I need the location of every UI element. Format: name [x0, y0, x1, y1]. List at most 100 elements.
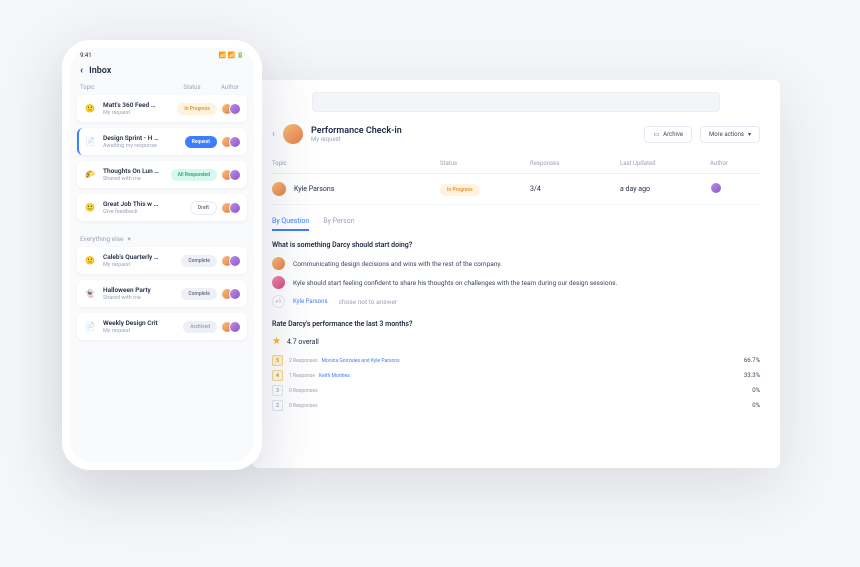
item-icon: 🙂	[83, 102, 97, 116]
answer-text: Communicating design decisions and wins …	[293, 260, 502, 268]
th-topic: Topic	[272, 160, 440, 167]
rating-percent: 66.7%	[730, 357, 760, 364]
list-item[interactable]: 📄 Weekly Design CritMy request Archived	[77, 313, 247, 340]
avatar-stack	[221, 202, 241, 214]
status-badge: In Progress	[440, 184, 480, 196]
row-name: Kyle Parsons	[294, 185, 440, 193]
rating-names[interactable]: Keith Morbles	[319, 373, 350, 379]
row-updated: a day ago	[620, 185, 710, 193]
chevron-down-icon: ▾	[748, 131, 751, 138]
phone-mockup: 9:41 📶 📶 🔋 ‹ Inbox Topic Status Author 🙂…	[62, 40, 262, 470]
tab-by-question[interactable]: By Question	[272, 217, 309, 231]
answer-muted-text: chose not to answer	[339, 298, 398, 306]
archive-label: Archive	[663, 131, 683, 138]
item-title: Weekly Design Crit	[103, 319, 179, 327]
row-responses: 3/4	[530, 185, 620, 193]
desk-header: ‹ Performance Check-in My request ▭ Arch…	[272, 124, 760, 144]
author-avatar	[710, 182, 722, 194]
item-title: Halloween Party	[103, 286, 177, 294]
th-status: Status	[440, 160, 530, 167]
th-responses: Responses	[530, 160, 620, 167]
more-actions-label: More actions	[709, 131, 744, 138]
back-icon[interactable]: ‹	[272, 129, 275, 140]
rating-percent: 33.3%	[730, 372, 760, 379]
question-2: Rate Darcy's performance the last 3 mont…	[272, 320, 760, 328]
rating-number: 5	[272, 355, 283, 366]
status-badge: Archived	[183, 321, 217, 333]
section-label: Everything else	[80, 235, 123, 243]
avatar-stack	[221, 136, 241, 148]
overall-rating: ★ 4.7 overall	[272, 336, 760, 347]
col-topic: Topic	[80, 84, 168, 91]
ratings-chart: 5 2 Responses Monica Gonzales and Kyle Par…	[272, 355, 760, 411]
list-item[interactable]: 👻Halloween PartyShared with meComplete	[77, 280, 247, 307]
answer-avatar	[272, 276, 285, 289]
tabs: By Question By Person	[272, 217, 760, 231]
col-status: Status	[168, 84, 216, 91]
item-subtitle: My request	[103, 328, 179, 334]
answer-text: Kyle should start feeling confident to s…	[293, 279, 617, 287]
page-subtitle: My request	[311, 136, 402, 143]
th-author: Author	[710, 160, 760, 167]
rating-names[interactable]: Monica Gonzales and Kyle Parsons	[322, 358, 400, 364]
item-subtitle: My request	[103, 110, 173, 116]
row-avatar	[272, 182, 286, 196]
list-item[interactable]: 🌮Thoughts On Lun …Shared with meAll Resp…	[77, 161, 247, 188]
phone-list-2: 🙂Caleb's Quarterly …My requestComplete👻H…	[70, 247, 254, 346]
rating-responses: 2 Responses	[289, 358, 318, 364]
th-updated: Last Updated	[620, 160, 710, 167]
star-icon: ★	[272, 336, 281, 347]
answer-name-link[interactable]: Kyle Parsons	[293, 298, 328, 305]
avatar-stack	[221, 321, 241, 333]
phone-list: 🙂 Matt's 360 Feed …My request In Progress 📄…	[70, 95, 254, 227]
table-row[interactable]: Kyle Parsons In Progress 3/4 a day ago	[272, 174, 760, 205]
item-subtitle: Shared with me	[103, 295, 177, 301]
rating-row: 5 2 Responses Monica Gonzales and Kyle Par…	[272, 355, 760, 366]
status-badge: Complete	[181, 255, 217, 267]
item-subtitle: My request	[103, 262, 177, 268]
item-icon: 👻	[83, 287, 97, 301]
plus-one-badge: +1	[272, 295, 285, 308]
list-item[interactable]: 📄 Design Sprint - H …Awaiting my response…	[77, 128, 247, 155]
status-badge: In Progress	[177, 103, 217, 115]
header-avatar	[283, 124, 303, 144]
list-item[interactable]: 🙂Caleb's Quarterly …My requestComplete	[77, 247, 247, 274]
more-actions-button[interactable]: More actions ▾	[700, 126, 760, 143]
col-author: Author	[216, 84, 244, 91]
page-title: Performance Check-in	[311, 126, 402, 136]
rating-number: 4	[272, 370, 283, 381]
rating-percent: 0%	[730, 402, 760, 409]
search-input[interactable]	[312, 92, 720, 112]
table-head: Topic Status Responses Last Updated Auth…	[272, 154, 760, 174]
item-icon: 📄	[83, 135, 97, 149]
avatar-stack	[221, 288, 241, 300]
answer-row: Kyle should start feeling confident to s…	[272, 276, 760, 289]
item-icon: 📄	[83, 320, 97, 334]
inbox-title: Inbox	[89, 66, 111, 76]
inbox-header[interactable]: ‹ Inbox	[70, 61, 254, 84]
rating-percent: 0%	[730, 387, 760, 394]
item-title: Design Sprint - H …	[103, 134, 181, 142]
section-everything-else[interactable]: Everything else ▾	[70, 227, 254, 247]
status-badge: Request	[185, 136, 217, 148]
chevron-down-icon: ▾	[127, 235, 130, 243]
item-subtitle: Awaiting my response	[103, 143, 181, 149]
list-item[interactable]: 🙂Great Job This w …Give feedbackDraft	[77, 194, 247, 221]
rating-responses: 0 Responses	[289, 403, 318, 409]
rating-number: 2	[272, 400, 283, 411]
statusbar-time: 9:41	[80, 52, 92, 59]
rating-row: 2 0 Responses 0%	[272, 400, 760, 411]
tab-by-person[interactable]: By Person	[323, 217, 354, 231]
avatar-stack	[221, 255, 241, 267]
rating-number: 3	[272, 385, 283, 396]
back-icon[interactable]: ‹	[80, 65, 83, 76]
item-title: Matt's 360 Feed …	[103, 101, 173, 109]
statusbar: 9:41 📶 📶 🔋	[70, 48, 254, 61]
item-subtitle: Shared with me	[103, 176, 167, 182]
archive-icon: ▭	[653, 131, 659, 138]
item-icon: 🙂	[83, 201, 97, 215]
list-item[interactable]: 🙂 Matt's 360 Feed …My request In Progress	[77, 95, 247, 122]
archive-button[interactable]: ▭ Archive	[644, 126, 692, 143]
item-icon: 🌮	[83, 168, 97, 182]
avatar-stack	[221, 169, 241, 181]
